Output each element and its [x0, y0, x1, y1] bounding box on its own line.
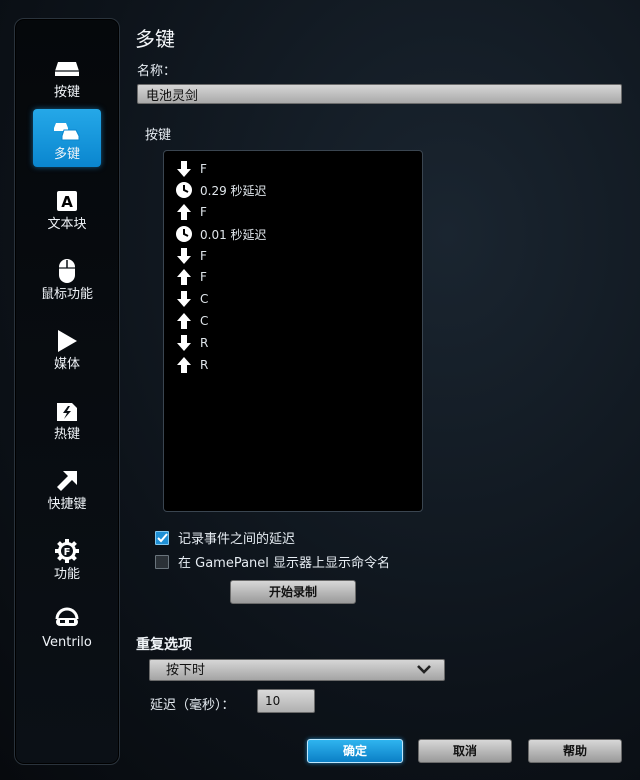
sidebar: 按键 多键 A 文本块 鼠标功能 媒体 热键 快捷键 F 功能 Ventrilo [14, 18, 120, 765]
list-item[interactable]: F [176, 202, 207, 222]
help-button[interactable]: 帮助 [528, 739, 622, 763]
delay-input[interactable] [257, 689, 315, 713]
cancel-button[interactable]: 取消 [418, 739, 512, 763]
list-item[interactable]: R [176, 333, 208, 353]
event-text: C [200, 292, 209, 306]
arrow-down-icon [176, 291, 192, 307]
name-input[interactable] [137, 84, 622, 104]
event-text: F [200, 205, 207, 219]
event-text: F [200, 162, 207, 176]
sidebar-item-keystroke[interactable]: 按键 [33, 47, 101, 105]
sidebar-item-label: 快捷键 [47, 497, 87, 512]
multikey-icon [52, 117, 82, 145]
sidebar-item-mouse-function[interactable]: 鼠标功能 [33, 249, 101, 307]
svg-text:A: A [61, 193, 73, 211]
headset-icon [52, 605, 82, 633]
clock-icon [176, 182, 192, 198]
ok-button[interactable]: 确定 [307, 739, 403, 763]
keys-label: 按键 [145, 128, 172, 143]
sidebar-item-function[interactable]: F 功能 [33, 529, 101, 587]
arrow-down-icon [176, 335, 192, 351]
text-block-icon: A [52, 187, 82, 215]
list-item[interactable]: 0.01 秒延迟 [176, 224, 267, 244]
play-icon [52, 327, 82, 355]
name-label: 名称： [137, 64, 177, 79]
event-text: F [200, 249, 207, 263]
sidebar-item-label: Ventrilo [42, 635, 92, 650]
shortcut-arrow-icon [52, 467, 82, 495]
event-text: 0.29 秒延迟 [200, 183, 267, 198]
hotkey-icon [52, 397, 82, 425]
keystroke-list[interactable]: F 0.29 秒延迟 F 0.01 秒延迟 F F C C R R [163, 150, 423, 512]
arrow-up-icon [176, 204, 192, 220]
event-text: 0.01 秒延迟 [200, 227, 267, 242]
event-text: F [200, 270, 207, 284]
list-item[interactable]: R [176, 355, 208, 375]
arrow-up-icon [176, 313, 192, 329]
event-text: R [200, 358, 209, 372]
list-item[interactable]: F [176, 246, 207, 266]
svg-text:F: F [64, 547, 71, 558]
list-item[interactable]: C [176, 311, 208, 331]
record-delays-label: 记录事件之间的延迟 [178, 532, 296, 547]
key-icon [52, 55, 82, 83]
sidebar-item-ventrilo[interactable]: Ventrilo [33, 597, 101, 655]
sidebar-item-media[interactable]: 媒体 [33, 319, 101, 377]
sidebar-item-hotkey[interactable]: 热键 [33, 389, 101, 447]
record-delays-option[interactable]: 记录事件之间的延迟 [155, 528, 295, 547]
arrow-up-icon [176, 357, 192, 373]
sidebar-item-label: 按键 [53, 85, 80, 100]
repeat-mode-select[interactable]: 按下时 [149, 659, 445, 681]
show-on-gamepanel-checkbox[interactable] [155, 554, 169, 569]
arrow-down-icon [176, 248, 192, 264]
gear-f-icon: F [52, 537, 82, 565]
sidebar-item-shortcut[interactable]: 快捷键 [33, 459, 101, 517]
sidebar-item-text-block[interactable]: A 文本块 [33, 179, 101, 237]
show-on-gamepanel-label: 在 GamePanel 显示器上显示命令名 [178, 556, 391, 571]
start-recording-button[interactable]: 开始录制 [230, 580, 356, 604]
list-item[interactable]: C [176, 289, 208, 309]
repeat-mode-value: 按下时 [166, 663, 206, 678]
sidebar-item-label: 热键 [53, 427, 80, 442]
sidebar-item-label: 功能 [53, 567, 80, 582]
arrow-down-icon [176, 161, 192, 177]
list-item[interactable]: 0.29 秒延迟 [176, 180, 267, 200]
delay-label: 延迟（毫秒）： [150, 698, 235, 713]
repeat-options-label: 重复选项 [136, 637, 192, 653]
sidebar-item-label: 文本块 [47, 217, 87, 232]
checkmark-icon [156, 532, 168, 542]
sidebar-item-label: 媒体 [53, 357, 80, 372]
event-text: R [200, 336, 209, 350]
show-on-gamepanel-option[interactable]: 在 GamePanel 显示器上显示命令名 [155, 552, 390, 571]
sidebar-item-label: 鼠标功能 [40, 287, 93, 302]
mouse-icon [52, 257, 82, 285]
event-text: C [200, 314, 209, 328]
sidebar-item-multikey[interactable]: 多键 [33, 109, 101, 167]
multikey-editor-window: 按键 多键 A 文本块 鼠标功能 媒体 热键 快捷键 F 功能 Ventrilo… [0, 0, 640, 780]
list-item[interactable]: F [176, 159, 207, 179]
arrow-up-icon [176, 269, 192, 285]
list-item[interactable]: F [176, 267, 207, 287]
sidebar-item-label: 多键 [53, 147, 80, 162]
record-delays-checkbox[interactable] [155, 530, 169, 545]
page-title: 多键 [135, 27, 175, 51]
chevron-down-icon [416, 663, 432, 685]
clock-icon [176, 226, 192, 242]
